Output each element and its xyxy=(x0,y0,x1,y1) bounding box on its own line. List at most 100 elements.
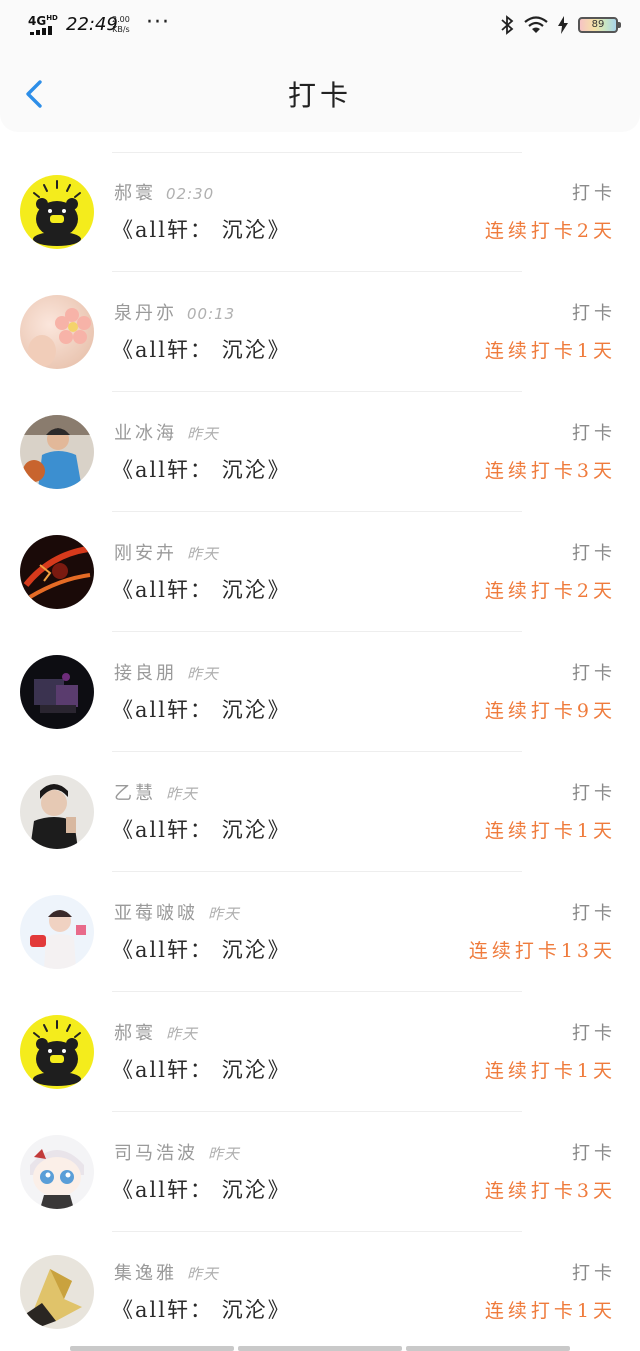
book-title[interactable]: 《all轩： 沉沦》 xyxy=(112,1296,291,1324)
streak-label: 连续打卡3天 xyxy=(484,1180,616,1202)
checkin-row[interactable]: 司马浩波 昨天 《all轩： 沉沦》 打卡 连续打卡3天 xyxy=(0,1112,640,1232)
checkin-time: 昨天 xyxy=(187,545,220,563)
avatar[interactable] xyxy=(20,895,94,969)
user-name: 泉丹亦 00:13 xyxy=(114,302,235,326)
bluetooth-icon xyxy=(501,15,514,35)
status-bar: 4GHD 22:49 2.00 KB/s ··· 89 xyxy=(0,0,640,52)
scroll-indicator xyxy=(70,1346,570,1351)
book-title[interactable]: 《all轩： 沉沦》 xyxy=(112,216,291,244)
checkin-time: 00:13 xyxy=(187,305,236,323)
checkin-row[interactable]: 郝寰 02:30 《all轩： 沉沦》 打卡 连续打卡2天 xyxy=(0,152,640,272)
checkin-label: 打卡 xyxy=(572,183,616,204)
checkin-time: 昨天 xyxy=(187,665,220,683)
avatar[interactable] xyxy=(20,295,94,369)
battery-icon: 89 xyxy=(578,17,621,33)
battery-level: 89 xyxy=(591,19,605,30)
page-title: 打卡 xyxy=(287,79,352,112)
checkin-row[interactable]: 刚安卉 昨天 《all轩： 沉沦》 打卡 连续打卡2天 xyxy=(0,512,640,632)
checkin-time: 昨天 xyxy=(166,785,199,803)
user-name-text: 泉丹亦 xyxy=(114,303,177,324)
avatar[interactable] xyxy=(20,1255,94,1329)
user-name-text: 乙慧 xyxy=(114,783,156,804)
checkin-row[interactable]: 亚莓啵啵 昨天 《all轩： 沉沦》 打卡 连续打卡13天 xyxy=(0,872,640,992)
avatar[interactable] xyxy=(20,1135,94,1209)
checkin-label: 打卡 xyxy=(572,1023,616,1044)
speed-value: 2.00 xyxy=(112,15,130,24)
user-name-text: 集逸雅 xyxy=(114,1263,177,1284)
speed-unit: KB/s xyxy=(112,25,130,34)
checkin-label: 打卡 xyxy=(572,1263,616,1284)
avatar[interactable] xyxy=(20,775,94,849)
checkin-time: 昨天 xyxy=(208,1145,241,1163)
charging-icon xyxy=(558,16,568,34)
streak-label: 连续打卡2天 xyxy=(484,580,616,602)
book-title[interactable]: 《all轩： 沉沦》 xyxy=(112,576,291,604)
checkin-row[interactable]: 泉丹亦 00:13 《all轩： 沉沦》 打卡 连续打卡1天 xyxy=(0,272,640,392)
user-name: 乙慧 昨天 xyxy=(114,782,198,806)
avatar[interactable] xyxy=(20,655,94,729)
signal-icon xyxy=(30,26,54,35)
book-title[interactable]: 《all轩： 沉沦》 xyxy=(112,696,291,724)
streak-label: 连续打卡2天 xyxy=(484,220,616,242)
streak-label: 连续打卡1天 xyxy=(484,1060,616,1082)
streak-label: 连续打卡1天 xyxy=(484,340,616,362)
book-title[interactable]: 《all轩： 沉沦》 xyxy=(112,1176,291,1204)
user-name-text: 亚莓啵啵 xyxy=(114,903,198,924)
network-indicator: 4GHD xyxy=(28,12,58,27)
user-name: 接良朋 昨天 xyxy=(114,662,219,686)
checkin-label: 打卡 xyxy=(572,783,616,804)
checkin-time: 昨天 xyxy=(187,425,220,443)
book-title[interactable]: 《all轩： 沉沦》 xyxy=(112,1056,291,1084)
checkin-row[interactable]: 乙慧 昨天 《all轩： 沉沦》 打卡 连续打卡1天 xyxy=(0,752,640,872)
user-name: 业冰海 昨天 xyxy=(114,422,219,446)
wifi-icon xyxy=(524,16,548,33)
book-title[interactable]: 《all轩： 沉沦》 xyxy=(112,816,291,844)
clock: 22:49 xyxy=(66,14,118,35)
checkin-row[interactable]: 集逸雅 昨天 《all轩： 沉沦》 打卡 连续打卡1天 xyxy=(0,1232,640,1351)
checkin-time: 昨天 xyxy=(166,1025,199,1043)
book-title[interactable]: 《all轩： 沉沦》 xyxy=(112,936,291,964)
checkin-time: 昨天 xyxy=(208,905,241,923)
checkin-time: 昨天 xyxy=(187,1265,220,1283)
checkin-row[interactable]: 业冰海 昨天 《all轩： 沉沦》 打卡 连续打卡3天 xyxy=(0,392,640,512)
streak-label: 连续打卡1天 xyxy=(484,1300,616,1322)
user-name-text: 业冰海 xyxy=(114,423,177,444)
checkin-row[interactable]: 接良朋 昨天 《all轩： 沉沦》 打卡 连续打卡9天 xyxy=(0,632,640,752)
checkin-list: 郝寰 02:30 《all轩： 沉沦》 打卡 连续打卡2天 泉丹亦 00:13 … xyxy=(0,152,640,1351)
book-title[interactable]: 《all轩： 沉沦》 xyxy=(112,456,291,484)
status-icons: 89 xyxy=(500,13,621,37)
checkin-time: 02:30 xyxy=(166,185,215,203)
checkin-page: 4GHD 22:49 2.00 KB/s ··· 89 打卡 郝寰 02:30 … xyxy=(0,0,640,1351)
user-name: 刚安卉 昨天 xyxy=(114,542,219,566)
network-speed: 2.00 KB/s xyxy=(112,15,130,35)
user-name: 亚莓啵啵 昨天 xyxy=(114,902,240,926)
network-hd: HD xyxy=(46,14,58,22)
streak-label: 连续打卡1天 xyxy=(484,820,616,842)
checkin-label: 打卡 xyxy=(572,903,616,924)
checkin-label: 打卡 xyxy=(572,303,616,324)
streak-label: 连续打卡9天 xyxy=(484,700,616,722)
nav-bar: 打卡 xyxy=(0,52,640,132)
streak-label: 连续打卡3天 xyxy=(484,460,616,482)
avatar[interactable] xyxy=(20,1015,94,1089)
checkin-label: 打卡 xyxy=(572,663,616,684)
avatar[interactable] xyxy=(20,415,94,489)
user-name: 郝寰 02:30 xyxy=(114,182,214,206)
more-notifications-icon: ··· xyxy=(146,10,170,35)
user-name: 集逸雅 昨天 xyxy=(114,1262,219,1286)
user-name-text: 接良朋 xyxy=(114,663,177,684)
user-name-text: 郝寰 xyxy=(114,183,156,204)
user-name: 郝寰 昨天 xyxy=(114,1022,198,1046)
book-title[interactable]: 《all轩： 沉沦》 xyxy=(112,336,291,364)
checkin-row[interactable]: 郝寰 昨天 《all轩： 沉沦》 打卡 连续打卡1天 xyxy=(0,992,640,1112)
user-name-text: 郝寰 xyxy=(114,1023,156,1044)
checkin-label: 打卡 xyxy=(572,543,616,564)
user-name: 司马浩波 昨天 xyxy=(114,1142,240,1166)
streak-label: 连续打卡13天 xyxy=(468,940,616,962)
checkin-label: 打卡 xyxy=(572,423,616,444)
user-name-text: 司马浩波 xyxy=(114,1143,198,1164)
avatar[interactable] xyxy=(20,175,94,249)
user-name-text: 刚安卉 xyxy=(114,543,177,564)
checkin-label: 打卡 xyxy=(572,1143,616,1164)
avatar[interactable] xyxy=(20,535,94,609)
